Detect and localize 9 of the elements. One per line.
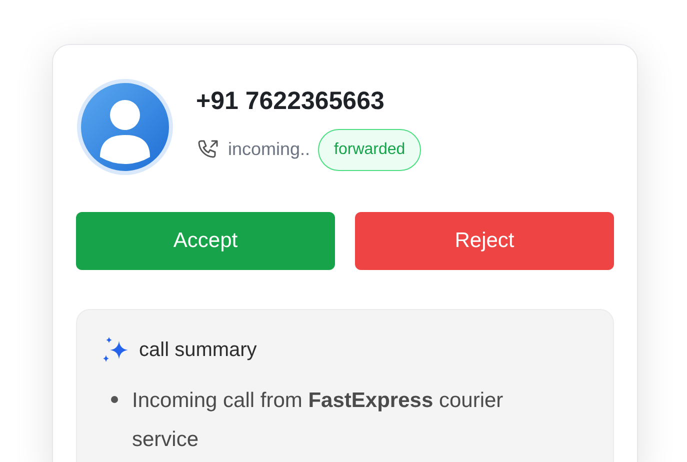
summary-title: call summary: [139, 338, 257, 363]
bullet-icon: [111, 396, 118, 403]
forwarded-badge: forwarded: [318, 128, 422, 171]
summary-point: Incoming call from FastExpress courier service: [132, 388, 504, 453]
avatar-icon: [76, 78, 174, 176]
reject-button[interactable]: Reject: [355, 212, 614, 270]
accept-button[interactable]: Accept: [76, 212, 335, 270]
call-status: incoming..: [228, 138, 310, 162]
phone-number: +91 7622365663: [196, 86, 386, 118]
